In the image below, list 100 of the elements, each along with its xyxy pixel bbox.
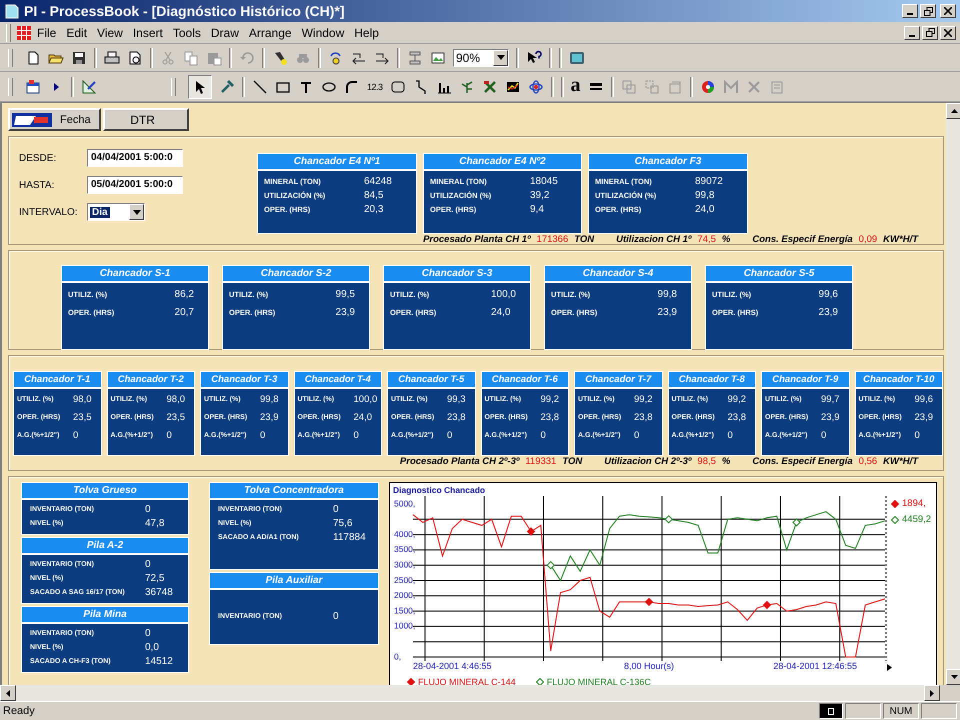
window-icon[interactable]: [25, 78, 41, 94]
value-tool-button[interactable]: 12.3: [367, 82, 383, 92]
close-button[interactable]: [940, 26, 956, 40]
summary-label: Procesado Planta CH 2º-3º: [400, 456, 520, 467]
menu-item[interactable]: View: [92, 26, 128, 40]
card-title: Chancador T-4: [294, 371, 382, 387]
menu-item[interactable]: Help: [349, 26, 384, 40]
field-label: INTERVALO:: [19, 206, 79, 218]
metric-value: 0: [145, 559, 152, 570]
menu-item[interactable]: Draw: [206, 26, 244, 40]
metric-value: 23,8: [540, 412, 560, 423]
color-wheel-icon[interactable]: [700, 78, 716, 94]
help-pointer-icon[interactable]: [526, 50, 542, 66]
scroll-up-button[interactable]: [946, 103, 960, 119]
close-button[interactable]: [940, 4, 956, 18]
metric-value: 23,8: [634, 412, 654, 423]
metric-value: 99,3: [447, 394, 466, 405]
status-panel: [845, 703, 881, 719]
atom-icon[interactable]: [528, 78, 544, 94]
print-preview-icon[interactable]: [127, 50, 143, 66]
horizontal-scrollbar[interactable]: [0, 685, 960, 701]
vertical-scrollbar[interactable]: [946, 103, 960, 685]
date-field[interactable]: 05/04/2001 5:00:0: [87, 176, 183, 194]
metric-value: 23,9: [260, 412, 280, 423]
interval-dropdown[interactable]: Dia: [87, 203, 145, 221]
align-icon[interactable]: [407, 50, 423, 66]
zoom-dropdown[interactable]: 90%: [453, 48, 509, 66]
date-field[interactable]: 04/04/2001 5:00:0: [87, 149, 183, 167]
card-title: Chancador S-5: [705, 265, 853, 281]
card-title: Chancador E4 Nº1: [257, 153, 417, 169]
menu-item[interactable]: File: [32, 26, 62, 40]
font-tool-button[interactable]: a: [570, 74, 581, 94]
hammer-icon[interactable]: [219, 78, 235, 94]
metric-value: 9,4: [530, 204, 545, 215]
save-icon[interactable]: [71, 50, 87, 66]
scroll-left-button[interactable]: [0, 685, 16, 701]
metric-value: 0: [145, 504, 152, 515]
menu-item[interactable]: Tools: [168, 26, 206, 40]
flashlight-icon[interactable]: [272, 50, 288, 66]
action-button[interactable]: Fecha: [8, 108, 101, 131]
metric-value: 36748: [145, 587, 174, 598]
maximize-button[interactable]: [920, 4, 936, 18]
card-title: Pila Auxiliar: [209, 572, 379, 588]
summary-value: 171366: [536, 234, 568, 245]
current-value: 4459,2: [902, 514, 932, 526]
axis-label: 28-04-2001 4:46:55: [413, 661, 492, 672]
minimize-icon: [909, 34, 915, 36]
metric-value: 64248: [364, 176, 393, 187]
metric-value: 0: [821, 430, 828, 441]
scroll-down-button[interactable]: [946, 669, 960, 685]
card-title: Chancador T-10: [854, 371, 943, 387]
menu-item[interactable]: Edit: [61, 26, 92, 40]
summary-unit: %: [722, 456, 730, 467]
metric-value: 99,2: [634, 394, 654, 405]
printer-icon[interactable]: [104, 50, 120, 66]
metric-value: 0: [333, 504, 340, 515]
copy-icon[interactable]: [183, 50, 199, 66]
metric-value: 23,8: [728, 412, 747, 423]
minimize-button[interactable]: [902, 4, 918, 18]
menu-item[interactable]: Arrange: [244, 26, 297, 40]
metric-value: 24,0: [354, 412, 373, 423]
metric-value: 23,8: [447, 412, 466, 423]
summary-label: Utilizacion CH 1º: [616, 234, 692, 245]
metric-value: 117884: [333, 532, 367, 543]
summary-label: Procesado Planta CH 1º: [423, 234, 531, 245]
tools-icon[interactable]: [482, 78, 498, 94]
menu-item[interactable]: Insert: [128, 26, 168, 40]
metric-value: 99,2: [728, 394, 747, 405]
metric-value: 0: [540, 430, 547, 441]
metric-value: 23,9: [336, 307, 355, 318]
axis-label: 2500,: [394, 574, 416, 585]
summary-unit: %: [722, 234, 730, 245]
restore-button[interactable]: [922, 26, 938, 40]
metric-value: 0: [333, 611, 340, 622]
metric-value: 84,5: [364, 190, 384, 201]
card-title: Chancador T-2: [106, 371, 195, 387]
menu-item[interactable]: Window: [296, 26, 350, 40]
window-title: PI - ProcessBook - [Diagnóstico Histórico (CH)*]: [24, 3, 344, 19]
card-title: Chancador E4 Nº2: [423, 153, 582, 169]
metric-value: 86,2: [174, 289, 194, 300]
line-tool-icon[interactable]: [252, 78, 268, 94]
chart-title: Diagnostico Chancado: [393, 485, 486, 496]
legend-label: FLUJO MINERAL C-136C: [546, 677, 651, 685]
metric-value: 23,9: [818, 307, 838, 318]
image-window-icon[interactable]: [430, 50, 446, 66]
minimize-button[interactable]: [904, 26, 920, 40]
legend-label: FLUJO MINERAL C-144: [418, 677, 516, 685]
rounded-rectangle-icon[interactable]: [390, 78, 406, 94]
metric-value: 23,9: [914, 412, 934, 423]
metric-value: 0: [73, 430, 80, 441]
status-panel: [921, 703, 957, 719]
ruler-pencil-icon[interactable]: [81, 78, 97, 94]
summary-unit: TON: [562, 456, 582, 467]
scroll-right-button[interactable]: [924, 685, 940, 701]
arc-tool-icon[interactable]: [344, 78, 360, 94]
monitor-icon[interactable]: [569, 50, 585, 66]
summary-label: Cons. Especif Energía: [752, 456, 853, 467]
action-button[interactable]: DTR: [102, 108, 189, 131]
close-icon: [944, 28, 952, 36]
flag-icon: [12, 112, 52, 126]
